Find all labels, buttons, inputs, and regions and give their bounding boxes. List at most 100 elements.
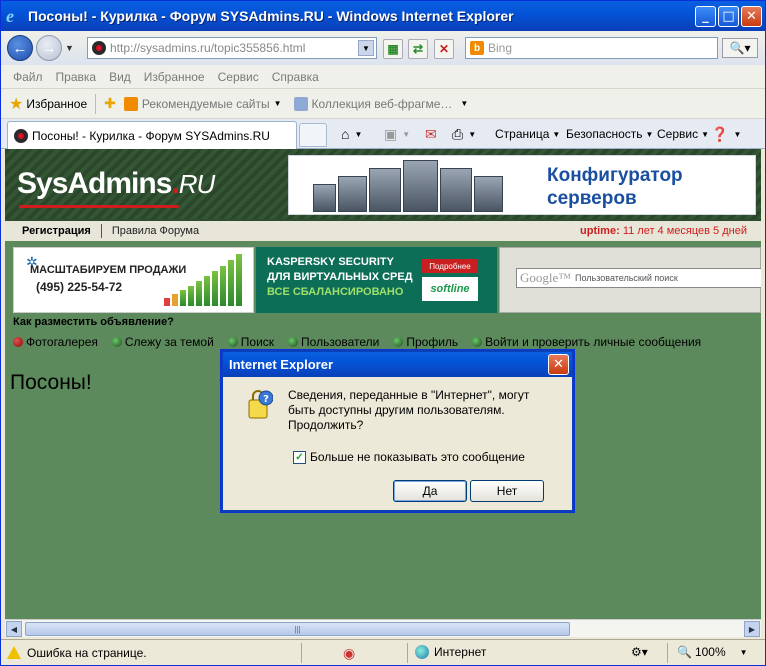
close-button[interactable]: ✕ <box>741 6 762 27</box>
yes-button[interactable]: Да <box>393 480 467 502</box>
security-zone[interactable]: Интернет <box>415 645 486 659</box>
tools-menu[interactable]: Сервис ▼ <box>657 124 709 144</box>
dialog-close-button[interactable]: ✕ <box>548 354 569 375</box>
divider <box>667 643 668 663</box>
dont-show-again-checkbox[interactable]: ✓ Больше не показывать это сообщение <box>293 450 525 464</box>
tab-active[interactable]: Посоны! - Курилка - Форум SYSAdmins.RU <box>7 121 297 149</box>
menu-help[interactable]: Справка <box>272 70 319 84</box>
zoom-level: 100% <box>694 645 726 659</box>
feeds-button[interactable]: ▣ ▼ <box>384 124 410 144</box>
no-button[interactable]: Нет <box>470 480 544 502</box>
link-login-messages[interactable]: Войти и проверить личные сообщения <box>472 335 701 349</box>
link-label: Профиль <box>406 335 459 349</box>
scroll-left-button[interactable]: ◀ <box>6 621 22 637</box>
site-header: SysAdmins.RU Конфигуратор серверов <box>5 149 761 219</box>
menu-edit[interactable]: Правка <box>56 70 97 84</box>
window-title: Посоны! - Курилка - Форум SYSAdmins.RU -… <box>28 8 514 24</box>
checkbox-label: Больше не показывать это сообщение <box>310 450 525 464</box>
divider <box>100 224 102 238</box>
zoom-icon: 🔍 <box>677 645 692 659</box>
link-search[interactable]: Поиск <box>227 335 274 349</box>
google-search-placeholder: Пользовательский поиск <box>575 273 678 283</box>
address-url-host: http://sysadmins.ru <box>110 41 211 55</box>
favorites-button[interactable]: Избранное <box>26 97 87 111</box>
search-box[interactable]: b Bing <box>465 37 718 59</box>
recent-pages-dropdown[interactable]: ▼ <box>65 43 74 53</box>
uptime-text: uptime: 11 лет 4 месяцев 5 дней <box>580 225 747 237</box>
menu-favorites[interactable]: Избранное <box>144 70 205 84</box>
link-photogallery[interactable]: Фотогалерея <box>13 335 98 349</box>
site-logo[interactable]: SysAdmins.RU <box>17 167 216 201</box>
ad2-more-button[interactable]: Подробнее <box>422 259 478 273</box>
title-bar[interactable]: e Посоны! - Курилка - Форум SYSAdmins.RU… <box>1 1 765 31</box>
safety-menu[interactable]: Безопасность ▼ <box>566 124 653 144</box>
address-dropdown-button[interactable]: ▼ <box>358 40 374 56</box>
stop-icon[interactable]: ✕ <box>434 39 454 59</box>
maximize-button[interactable]: □ <box>718 6 739 27</box>
bullet-icon <box>472 337 483 347</box>
warning-icon[interactable] <box>7 646 21 659</box>
uptime-label: uptime: <box>580 225 620 237</box>
zoom-control[interactable]: 🔍 100% ▼ <box>677 645 748 659</box>
logo-swoosh <box>19 205 179 208</box>
address-bar[interactable]: http://sysadmins.ru/topic355856.html ▼ <box>87 37 377 59</box>
link-label: Фотогалерея <box>26 335 98 349</box>
horizontal-scrollbar[interactable]: ◀ ||| ▶ <box>5 619 761 637</box>
search-button[interactable]: 🔍▾ <box>722 38 758 58</box>
site-favicon-icon <box>92 41 106 55</box>
checkbox-box[interactable]: ✓ <box>293 450 306 464</box>
safety-menu-label: Безопасность <box>566 127 643 141</box>
link-label: Пользователи <box>301 335 380 349</box>
dialog-title: Internet Explorer <box>229 357 334 372</box>
chevron-down-icon[interactable]: ▼ <box>274 99 282 108</box>
compatibility-view-icon[interactable]: ▦ <box>383 39 403 59</box>
suggested-sites-icon <box>123 96 138 111</box>
dialog-title-bar[interactable]: Internet Explorer <box>223 352 572 377</box>
mail-icon: ✉ <box>425 125 437 142</box>
printer-icon: ⎙ <box>452 125 464 142</box>
ad1-phone: (495) 225-54-72 <box>36 280 123 294</box>
google-search-input[interactable]: Google™ Пользовательский поиск <box>516 268 761 288</box>
register-link[interactable]: Регистрация <box>22 225 91 237</box>
scroll-right-button[interactable]: ▶ <box>744 621 760 637</box>
link-users[interactable]: Пользователи <box>288 335 379 349</box>
favorites-star-icon[interactable]: ★ <box>9 94 23 114</box>
menu-bar: Файл Правка Вид Избранное Сервис Справка <box>1 65 765 89</box>
new-tab-button[interactable] <box>299 123 327 147</box>
server-configurator-banner[interactable]: Конфигуратор серверов <box>288 155 756 215</box>
menu-view[interactable]: Вид <box>109 70 131 84</box>
logo-ru-text: RU <box>178 169 216 199</box>
scroll-thumb[interactable]: ||| <box>25 622 570 636</box>
browser-window: e Посоны! - Курилка - Форум SYSAdmins.RU… <box>0 0 766 666</box>
favorites-bar: ★ Избранное ✚ Рекомендуемые сайты ▼ Колл… <box>1 89 765 119</box>
protected-mode-icon[interactable]: ⚙▾ <box>631 645 648 659</box>
read-mail-button[interactable]: ✉ <box>425 124 439 144</box>
howto-ad-link[interactable]: Как разместить объявление? <box>13 316 174 328</box>
menu-tools[interactable]: Сервис <box>218 70 259 84</box>
privacy-icon[interactable]: ◉ <box>343 645 355 662</box>
sales-ad-banner[interactable]: ✲ МАСШТАБИРУЕМ ПРОДАЖИ (495) 225-54-72 <box>13 247 254 313</box>
print-button[interactable]: ⎙ ▼ <box>452 124 476 144</box>
page-menu[interactable]: Страница ▼ <box>495 124 560 144</box>
menu-file[interactable]: Файл <box>13 70 43 84</box>
help-menu[interactable]: ❓ ▼ <box>711 124 741 144</box>
forward-button[interactable]: → <box>36 35 62 61</box>
web-slice-gallery-link[interactable]: Коллекция веб-фрагме… <box>312 97 453 111</box>
link-profile[interactable]: Профиль <box>393 335 458 349</box>
search-placeholder: Bing <box>488 41 513 55</box>
forum-rules-link[interactable]: Правила Форума <box>112 225 199 237</box>
link-label: Слежу за темой <box>124 335 214 349</box>
kaspersky-ad-banner[interactable]: KASPERSKY SECURITY ДЛЯ ВИРТУАЛЬНЫХ СРЕД … <box>256 247 497 313</box>
minimize-button[interactable]: _ <box>695 6 716 27</box>
status-text[interactable]: Ошибка на странице. <box>27 646 147 660</box>
suggested-sites-link[interactable]: Рекомендуемые сайты <box>142 97 270 111</box>
home-button[interactable]: ⌂ ▼ <box>341 124 362 144</box>
banner-text-line2: серверов <box>547 188 637 209</box>
ad2-line3: ВСЕ СБАЛАНСИРОВАНО <box>267 286 404 298</box>
add-favorite-icon[interactable]: ✚ <box>104 95 116 112</box>
ad1-line1: МАСШТАБИРУЕМ ПРОДАЖИ <box>30 264 187 276</box>
chevron-down-icon[interactable]: ▼ <box>460 99 468 108</box>
refresh-icon[interactable]: ⇄ <box>408 39 428 59</box>
back-button[interactable]: ← <box>7 35 33 61</box>
link-watching[interactable]: Слежу за темой <box>111 335 214 349</box>
